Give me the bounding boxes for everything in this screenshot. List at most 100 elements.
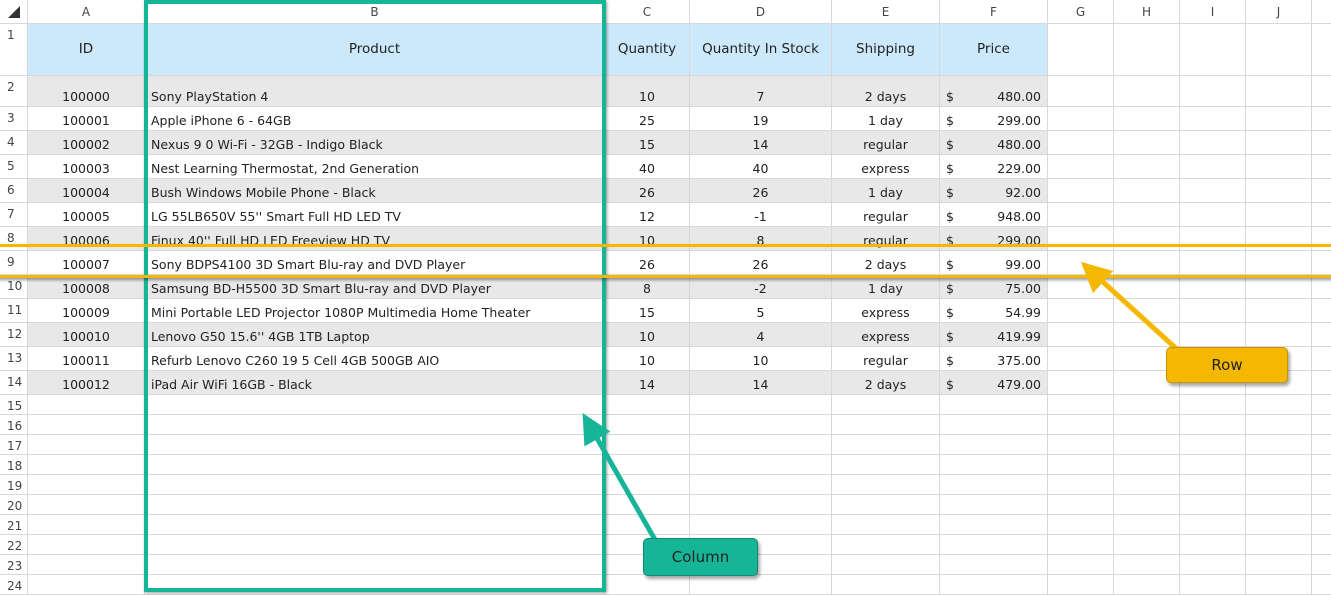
cell[interactable] <box>605 415 690 435</box>
data-cell[interactable]: 8 <box>690 227 832 251</box>
column-header-H[interactable]: H <box>1114 0 1180 24</box>
data-cell[interactable]: 1 day <box>832 179 940 203</box>
cell[interactable] <box>1180 155 1246 179</box>
cell[interactable] <box>940 555 1048 575</box>
cell[interactable] <box>145 435 605 455</box>
data-cell[interactable]: 26 <box>605 251 690 275</box>
cell[interactable] <box>1048 155 1114 179</box>
cell[interactable] <box>940 435 1048 455</box>
cell[interactable] <box>690 495 832 515</box>
cell[interactable] <box>1312 203 1331 227</box>
cell[interactable] <box>1114 515 1180 535</box>
data-cell[interactable]: iPad Air WiFi 16GB - Black <box>145 371 605 395</box>
cell[interactable] <box>1312 107 1331 131</box>
cell[interactable] <box>1312 415 1331 435</box>
data-cell[interactable]: 1 day <box>832 107 940 131</box>
cell[interactable] <box>28 535 145 555</box>
cell[interactable] <box>1180 227 1246 251</box>
cell[interactable] <box>28 575 145 595</box>
row-header-13[interactable]: 13 <box>0 347 28 371</box>
cell[interactable] <box>832 535 940 555</box>
cell[interactable] <box>145 555 605 575</box>
data-cell[interactable]: 100000 <box>28 76 145 107</box>
cell[interactable] <box>145 475 605 495</box>
row-header-10[interactable]: 10 <box>0 275 28 299</box>
cell[interactable] <box>1048 76 1114 107</box>
cell[interactable] <box>1048 299 1114 323</box>
cell[interactable] <box>940 455 1048 475</box>
price-cell[interactable]: $229.00 <box>940 155 1048 179</box>
data-cell[interactable]: 10 <box>690 347 832 371</box>
cell[interactable] <box>1114 323 1180 347</box>
cell[interactable] <box>1048 323 1114 347</box>
cell[interactable] <box>1180 535 1246 555</box>
cell[interactable] <box>605 455 690 475</box>
data-cell[interactable]: 14 <box>690 131 832 155</box>
cell[interactable] <box>28 515 145 535</box>
cell[interactable] <box>1114 107 1180 131</box>
cell[interactable] <box>1048 371 1114 395</box>
cell[interactable] <box>1048 455 1114 475</box>
row-header-23[interactable]: 23 <box>0 555 28 575</box>
price-cell[interactable]: $375.00 <box>940 347 1048 371</box>
cell[interactable] <box>28 475 145 495</box>
data-cell[interactable]: 40 <box>690 155 832 179</box>
cell[interactable] <box>690 415 832 435</box>
data-cell[interactable]: regular <box>832 227 940 251</box>
cell[interactable] <box>1114 179 1180 203</box>
cell[interactable] <box>832 515 940 535</box>
cell[interactable] <box>1114 227 1180 251</box>
cell[interactable] <box>145 575 605 595</box>
cell[interactable] <box>1180 323 1246 347</box>
data-cell[interactable]: 4 <box>690 323 832 347</box>
cell[interactable] <box>1246 395 1312 415</box>
data-cell[interactable]: -2 <box>690 275 832 299</box>
row-header-7[interactable]: 7 <box>0 203 28 227</box>
cell[interactable] <box>605 495 690 515</box>
row-header-18[interactable]: 18 <box>0 455 28 475</box>
header-cell-2[interactable]: Quantity <box>605 24 690 76</box>
cell[interactable] <box>1246 131 1312 155</box>
cell[interactable] <box>1048 395 1114 415</box>
cell[interactable] <box>1312 395 1331 415</box>
cell[interactable] <box>28 415 145 435</box>
price-cell[interactable]: $299.00 <box>940 107 1048 131</box>
price-cell[interactable]: $480.00 <box>940 131 1048 155</box>
data-cell[interactable]: 40 <box>605 155 690 179</box>
cell[interactable] <box>690 515 832 535</box>
cell[interactable] <box>1180 515 1246 535</box>
header-cell-5[interactable]: Price <box>940 24 1048 76</box>
cell[interactable] <box>605 575 690 595</box>
cell[interactable] <box>1114 275 1180 299</box>
row-header-22[interactable]: 22 <box>0 535 28 555</box>
cell[interactable] <box>1048 251 1114 275</box>
data-cell[interactable]: 25 <box>605 107 690 131</box>
data-cell[interactable]: 100012 <box>28 371 145 395</box>
cell[interactable] <box>1246 299 1312 323</box>
data-cell[interactable]: 1 day <box>832 275 940 299</box>
data-cell[interactable]: 100011 <box>28 347 145 371</box>
cell[interactable] <box>940 535 1048 555</box>
price-cell[interactable]: $299.00 <box>940 227 1048 251</box>
data-cell[interactable]: 14 <box>690 371 832 395</box>
row-header-12[interactable]: 12 <box>0 323 28 347</box>
cell[interactable] <box>145 535 605 555</box>
row-header-24[interactable]: 24 <box>0 575 28 595</box>
cell[interactable] <box>605 395 690 415</box>
data-cell[interactable]: 100001 <box>28 107 145 131</box>
cell[interactable] <box>1246 203 1312 227</box>
cell[interactable] <box>1114 395 1180 415</box>
data-cell[interactable]: 2 days <box>832 76 940 107</box>
cell[interactable] <box>832 475 940 495</box>
row-header-2[interactable]: 2 <box>0 76 28 107</box>
row-header-15[interactable]: 15 <box>0 395 28 415</box>
cell[interactable] <box>940 495 1048 515</box>
data-cell[interactable]: express <box>832 323 940 347</box>
cell[interactable] <box>1312 495 1331 515</box>
cell[interactable] <box>1114 24 1180 76</box>
cell[interactable] <box>1246 455 1312 475</box>
cell[interactable] <box>1180 495 1246 515</box>
cell[interactable] <box>832 555 940 575</box>
data-cell[interactable]: Sony BDPS4100 3D Smart Blu-ray and DVD P… <box>145 251 605 275</box>
data-cell[interactable]: Refurb Lenovo C260 19 5 Cell 4GB 500GB A… <box>145 347 605 371</box>
